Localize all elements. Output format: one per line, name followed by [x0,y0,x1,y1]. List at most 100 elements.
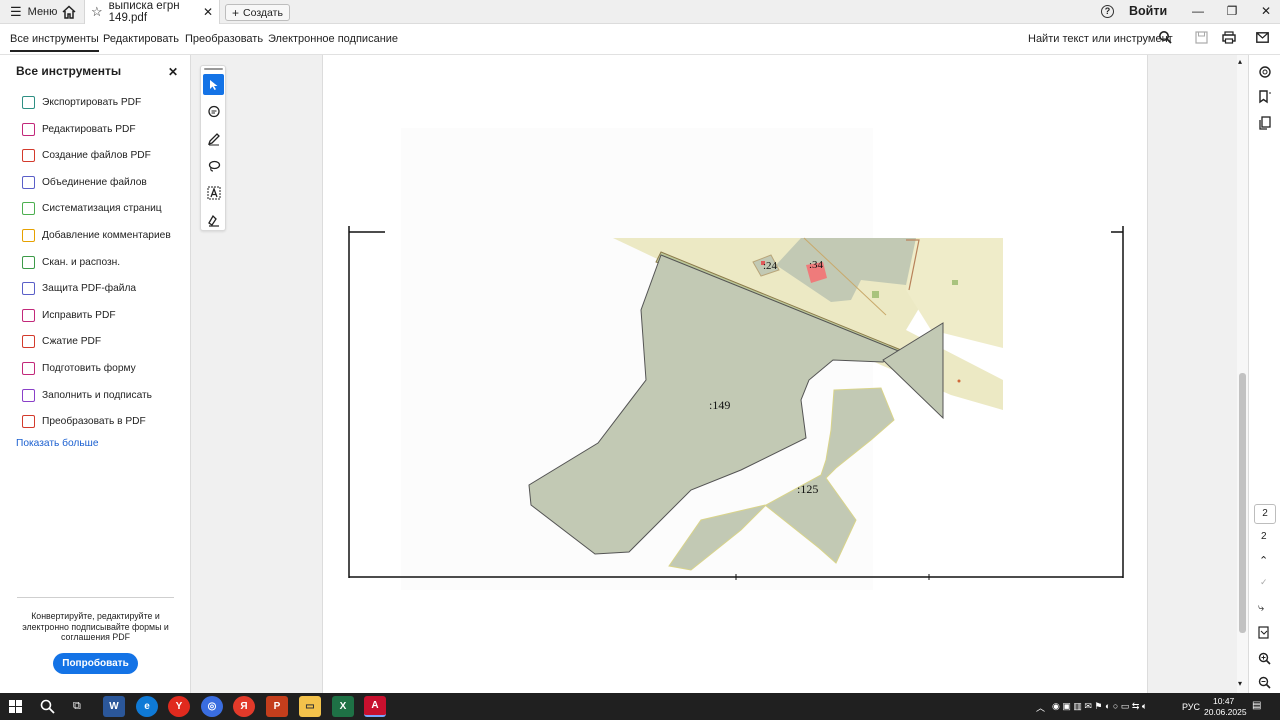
title-bar: ☰ Меню ☆ выписка егрн 149.pdf ✕ + Создат… [0,0,1280,24]
label-149: :149 [709,398,730,412]
tool-label: Подготовить форму [42,363,136,374]
select-cursor-icon[interactable] [203,74,224,95]
tool-item[interactable]: Объединение файлов [22,175,147,189]
edge-icon[interactable]: e [136,696,158,717]
zoom-out-icon[interactable] [1258,676,1271,694]
maximize-icon[interactable]: ❐ [1222,2,1242,20]
tool-item[interactable]: Сжатие PDF [22,335,101,349]
label-34: :34 [809,259,824,271]
tool-icon [22,202,35,216]
tray-icons[interactable]: ◉ ▣ ▥ ✉ ⚑ ◐ ○ ▭ ⇆ 🔈︎ [1052,701,1147,712]
signin-button[interactable]: Войти [1129,4,1167,18]
language-indicator[interactable]: РУС [1182,702,1200,712]
sign-icon[interactable] [203,209,224,230]
yandex-icon[interactable]: Я [233,696,255,717]
create-button[interactable]: + Создать [225,4,290,21]
excel-icon[interactable]: X [332,696,354,717]
tray-chevron-icon[interactable]: ︿ [1036,701,1045,714]
tab-esign[interactable]: Электронное подписание [268,33,398,45]
tool-item[interactable]: Преобразовать в PDF [22,415,146,429]
tool-icon [22,229,35,242]
tool-icon [22,255,35,269]
print-icon[interactable] [1222,31,1236,47]
grip-handle[interactable] [204,68,223,70]
document-tab[interactable]: ☆ выписка егрн 149.pdf ✕ [84,0,220,24]
clock-time[interactable]: 10:47 [1213,696,1234,706]
tool-item[interactable]: Создание файлов PDF [22,149,151,163]
tab-title: выписка егрн 149.pdf [108,0,180,24]
tool-label: Заполнить и подписать [42,389,152,401]
plus-icon: + [232,5,240,20]
home-icon[interactable] [60,3,78,21]
notification-icon[interactable]: ▤ [1252,700,1261,711]
word-icon[interactable]: W [103,696,125,717]
tool-icon [22,282,35,296]
text-box-icon[interactable] [203,182,224,203]
tool-icon [22,362,35,375]
close-tab-icon[interactable]: ✕ [203,5,213,19]
acrobat-icon[interactable]: A [364,696,386,717]
rotate-icon[interactable]: ⤷ [1258,602,1264,615]
show-more-link[interactable]: Показать больше [16,438,99,449]
clock-date[interactable]: 20.06.2025 [1204,707,1247,717]
powerpoint-icon[interactable]: P [266,696,288,717]
email-icon[interactable] [1256,32,1269,46]
windows-start-icon[interactable] [9,700,22,715]
pages-icon[interactable] [1258,116,1272,135]
close-panel-icon[interactable]: ✕ [168,65,178,79]
tool-item[interactable]: Заполнить и подписать [22,388,152,402]
chrome-icon[interactable]: ◎ [201,696,223,717]
comments-panel-icon[interactable] [1258,65,1272,84]
tool-item[interactable]: Добавление комментариев [22,229,171,242]
close-window-icon[interactable]: ✕ [1256,2,1276,20]
next-page-icon[interactable]: ✓ [1260,577,1268,588]
save-icon[interactable] [1195,31,1208,47]
tool-icon [22,308,35,322]
yandex-browser-icon[interactable]: Y [168,696,190,717]
search-taskbar-icon[interactable] [40,699,55,716]
prev-page-icon[interactable]: ⌃ [1259,554,1268,567]
zone-area [906,238,1003,348]
search-icon[interactable] [1158,30,1172,47]
scroll-up-icon[interactable]: ▴ [1238,57,1242,66]
tool-icon [22,415,35,429]
help-icon[interactable]: ? [1101,5,1114,18]
label-24: :24 [763,260,778,272]
task-view-icon[interactable]: ⧉ [73,700,81,713]
menu-button[interactable]: ☰ Меню [6,3,61,21]
tool-label: Создание файлов PDF [42,150,151,162]
tool-item[interactable]: Подготовить форму [22,362,136,375]
minimize-icon[interactable]: — [1188,2,1208,20]
try-button[interactable]: Попробовать [53,653,138,674]
find-tool-button[interactable]: Найти текст или инструмент [1028,33,1173,45]
quick-tools [200,65,226,231]
fit-page-icon[interactable] [1258,626,1270,644]
comment-icon[interactable] [203,101,224,122]
bookmark-icon[interactable] [1258,90,1272,109]
scroll-thumb[interactable] [1239,373,1246,633]
pen-icon[interactable] [203,128,224,149]
tool-item[interactable]: Скан. и распозн. [22,255,120,269]
lasso-icon[interactable] [203,155,224,176]
tool-icon [22,96,35,109]
tab-edit[interactable]: Редактировать [103,33,179,45]
scroll-down-icon[interactable]: ▾ [1238,679,1242,688]
panel-title: Все инструменты [16,64,122,78]
tab-convert[interactable]: Преобразовать [185,33,263,45]
right-rail: 2 2 ⌃ ✓ ⤷ [1248,55,1280,693]
tool-item[interactable]: Редактировать PDF [22,122,136,136]
tab-all-tools[interactable]: Все инструменты [10,33,99,52]
tool-item[interactable]: Экспортировать PDF [22,96,141,109]
page-number-input[interactable]: 2 [1254,504,1276,524]
pdf-page: :24 :34 :149 :125 [322,55,1148,693]
tool-item[interactable]: Систематизация страниц [22,202,162,216]
zoom-in-icon[interactable] [1258,652,1271,670]
file-explorer-icon[interactable]: ▭ [299,696,321,717]
vertical-scrollbar[interactable]: ▴ ▾ [1237,55,1248,693]
tool-icon [22,175,35,189]
tool-icon [22,149,35,163]
tool-icon [22,335,35,349]
star-icon[interactable]: ☆ [91,4,103,20]
tool-item[interactable]: Защита PDF-файла [22,282,136,296]
tool-item[interactable]: Исправить PDF [22,308,116,322]
